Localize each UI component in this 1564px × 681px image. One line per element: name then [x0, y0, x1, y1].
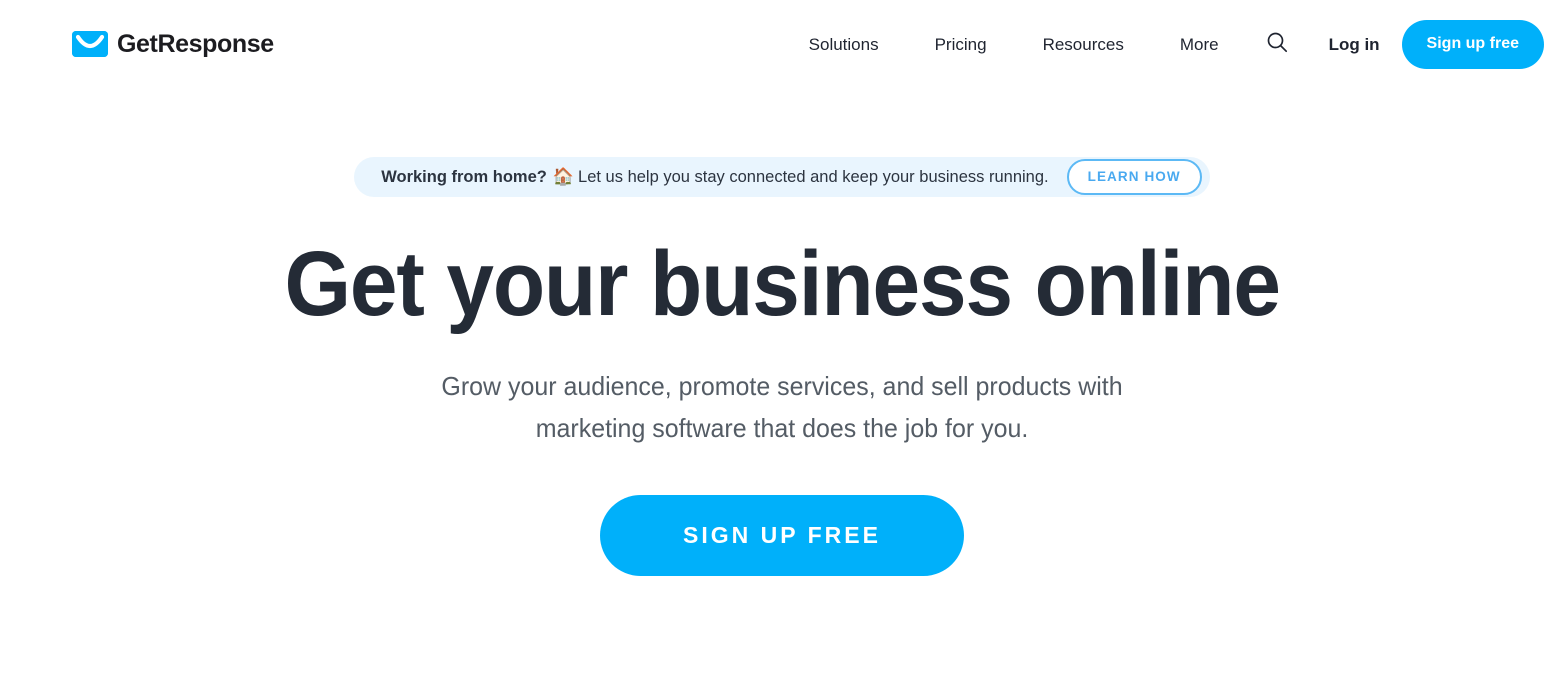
- nav-item-solutions[interactable]: Solutions: [809, 36, 907, 53]
- search-icon: [1266, 31, 1288, 58]
- promo-banner: Working from home? 🏠 Let us help you stay …: [354, 157, 1210, 197]
- promo-banner-text: Working from home? 🏠 Let us help you stay …: [381, 168, 1048, 186]
- hero-headline: Get your business online: [284, 233, 1281, 335]
- brand-logo[interactable]: GetResponse: [72, 31, 274, 57]
- promo-banner-headline: Working from home?: [381, 168, 547, 187]
- search-button[interactable]: [1255, 22, 1299, 66]
- main-nav: Solutions Pricing Resources More: [809, 36, 1247, 53]
- login-link[interactable]: Log in: [1307, 36, 1402, 53]
- signup-free-button[interactable]: Sign up free: [1401, 19, 1544, 69]
- nav-item-pricing[interactable]: Pricing: [907, 36, 1015, 53]
- brand-name: GetResponse: [117, 29, 274, 58]
- learn-how-button[interactable]: LEARN HOW: [1066, 159, 1202, 195]
- envelope-smile-icon: [72, 31, 108, 57]
- nav-item-more[interactable]: More: [1152, 36, 1247, 53]
- hero-subheading: Grow your audience, promote services, an…: [441, 371, 1123, 444]
- hero-signup-free-button[interactable]: SIGN UP FREE: [600, 495, 964, 577]
- hero-section: Working from home? 🏠 Let us help you stay …: [0, 88, 1564, 577]
- nav-item-resources[interactable]: Resources: [1015, 36, 1152, 53]
- site-header: GetResponse Solutions Pricing Resources …: [0, 0, 1564, 88]
- promo-banner-body: Let us help you stay connected and keep …: [578, 168, 1049, 187]
- house-icon: 🏠: [552, 167, 575, 187]
